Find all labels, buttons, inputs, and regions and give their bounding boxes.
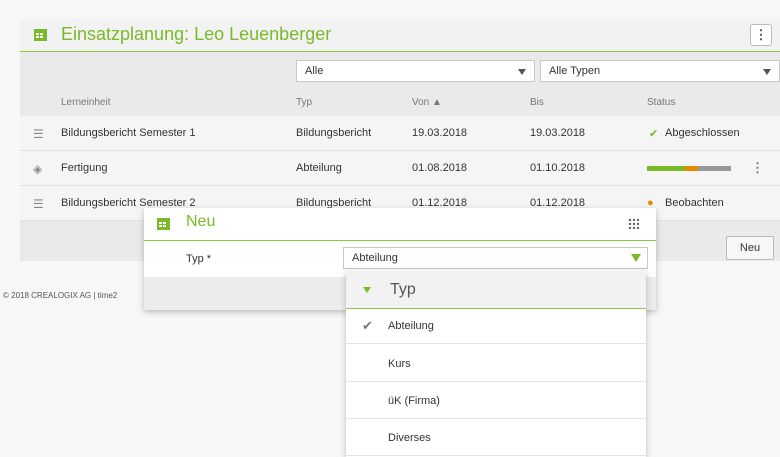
- col-header-lerneinheit[interactable]: Lerneinheit: [61, 97, 110, 108]
- typ-field-label: Typ *: [186, 253, 212, 265]
- typ-filter-select[interactable]: Alle: [296, 60, 535, 82]
- layers-icon: ◈: [33, 162, 43, 176]
- cell-von: 19.03.2018: [412, 127, 468, 139]
- type-filter-select[interactable]: Alle Typen: [540, 60, 780, 82]
- table-header: Lerneinheit Typ Von ▲ Bis Status: [20, 93, 780, 113]
- typ-select[interactable]: Abteilung: [343, 247, 648, 269]
- typ-dropdown: Typ ✔ Abteilung Kurs üK (Firma) Diverses: [346, 270, 646, 457]
- dropdown-option[interactable]: Kurs: [346, 346, 646, 382]
- cell-lerneinheit: Fertigung: [61, 162, 108, 174]
- progress-complete: [647, 166, 685, 171]
- col-header-status[interactable]: Status: [647, 97, 675, 108]
- option-label: Abteilung: [388, 320, 434, 332]
- neu-button[interactable]: Neu: [726, 236, 774, 260]
- dropdown-option[interactable]: ✔ Abteilung: [346, 308, 646, 344]
- type-filter-value: Alle Typen: [549, 65, 601, 77]
- status-progress-bar: [647, 166, 731, 171]
- dropdown-option[interactable]: üK (Firma): [346, 383, 646, 419]
- status-text: Beobachten: [665, 197, 724, 209]
- typ-filter-value: Alle: [305, 65, 324, 77]
- typ-select-value: Abteilung: [352, 252, 398, 264]
- col-header-von[interactable]: Von ▲: [412, 97, 442, 108]
- calendar-icon: [34, 29, 47, 41]
- dropdown-title: Typ: [390, 281, 416, 298]
- checkmark-icon: ✔: [362, 318, 373, 333]
- col-header-bis[interactable]: Bis: [530, 97, 544, 108]
- chevron-down-icon: [518, 69, 526, 75]
- col-header-typ[interactable]: Typ: [296, 97, 312, 108]
- chevron-down-icon: [631, 254, 641, 262]
- progress-remaining: [698, 166, 731, 171]
- table-row[interactable]: ☰ Bildungsbericht Semester 1 Bildungsber…: [20, 116, 780, 151]
- cell-von: 01.08.2018: [412, 162, 468, 174]
- check-icon: ✔: [649, 128, 659, 140]
- list-icon: ☰: [33, 127, 44, 141]
- row-menu-icon[interactable]: ⋮: [751, 160, 764, 176]
- card-header: Einsatzplanung: Leo Leuenberger ⋮: [20, 19, 780, 52]
- dialog-header: Neu: [144, 208, 656, 241]
- option-label: üK (Firma): [388, 395, 440, 407]
- cell-lerneinheit: Bildungsbericht Semester 1: [61, 127, 196, 139]
- dropdown-header[interactable]: Typ: [346, 270, 646, 309]
- option-label: Diverses: [388, 432, 431, 444]
- table-row[interactable]: ◈ Fertigung Abteilung 01.08.2018 01.10.2…: [20, 151, 780, 186]
- cell-typ: Bildungsbericht: [296, 127, 372, 139]
- progress-warning: [685, 166, 698, 171]
- cell-typ: Abteilung: [296, 162, 342, 174]
- page-title: Einsatzplanung: Leo Leuenberger: [61, 24, 332, 44]
- cell-bis: 01.10.2018: [530, 162, 586, 174]
- dropdown-option[interactable]: Diverses: [346, 420, 646, 456]
- option-label: Kurs: [388, 358, 411, 370]
- status-text: Abgeschlossen: [665, 127, 740, 139]
- card-menu-button[interactable]: ⋮: [750, 24, 772, 46]
- dialog-title: Neu: [186, 213, 216, 230]
- list-icon: ☰: [33, 197, 44, 211]
- cell-bis: 19.03.2018: [530, 127, 586, 139]
- chevron-down-icon: [763, 69, 771, 75]
- chevron-down-icon: [363, 287, 371, 293]
- grid-icon[interactable]: [628, 218, 640, 230]
- filter-row: Alle Alle Typen: [20, 60, 780, 88]
- copyright-text: © 2018 CREALOGIX AG | time2: [3, 291, 118, 300]
- calendar-icon: [157, 218, 170, 230]
